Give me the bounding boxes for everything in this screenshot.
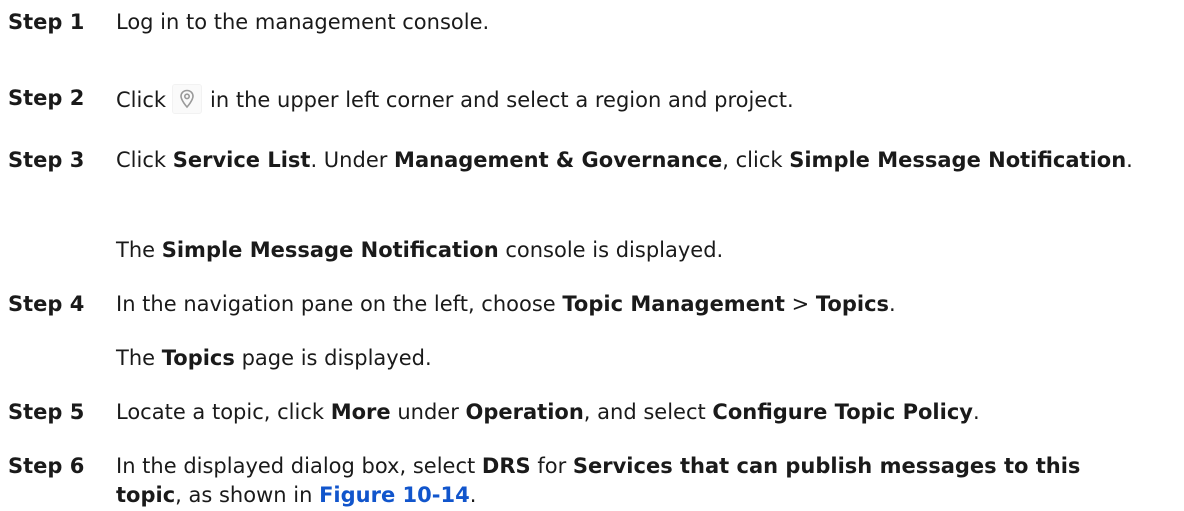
step-label: Step 3 — [8, 148, 85, 172]
step-label: Step 2 — [8, 86, 85, 110]
step-text: In the navigation pane on the left, choo… — [116, 292, 896, 316]
step-text: In the displayed dialog box, select DRS … — [116, 454, 1081, 507]
step-label: Step 5 — [8, 400, 85, 424]
step-text: Click Service List. Under Management & G… — [116, 148, 1133, 172]
step-text: Log in to the management console. — [116, 10, 490, 34]
step-label: Step 1 — [8, 10, 85, 34]
step-text: Click in the upper left corner and select… — [116, 84, 1144, 115]
step-note-text: The Topics page is displayed. — [116, 346, 432, 370]
figure-link[interactable]: Figure 10-14 — [319, 483, 470, 507]
step-text: Locate a topic, click More under Operati… — [116, 400, 980, 424]
step-note-text: The Simple Message Notification console … — [116, 238, 724, 262]
step-label: Step 4 — [8, 292, 85, 316]
document-page: { "steps": [ { "label": "Step 1", "t1": … — [0, 0, 1184, 511]
location-pin-icon — [172, 84, 203, 114]
step-label: Step 6 — [8, 454, 85, 478]
